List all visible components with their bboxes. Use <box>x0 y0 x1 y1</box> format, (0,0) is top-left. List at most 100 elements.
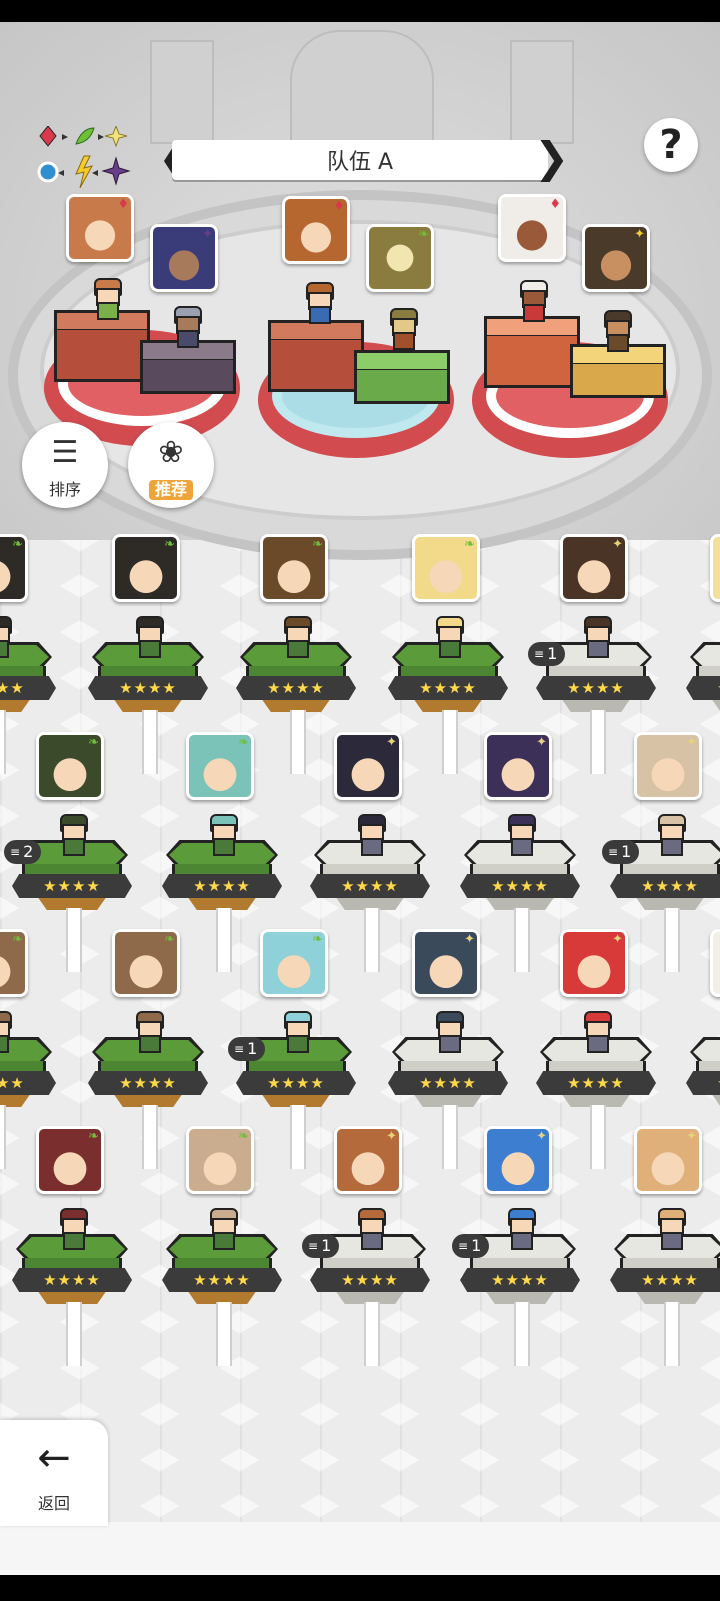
leaf-element-icon: ❧ <box>312 537 323 552</box>
bottom-strip <box>0 1522 720 1575</box>
system-nav-bar <box>0 1575 720 1601</box>
character-sprite <box>352 814 388 856</box>
star-rating: ★★★★ <box>12 1268 132 1292</box>
character-sprite <box>54 814 90 856</box>
arena-pillar <box>150 40 214 144</box>
character-portrait[interactable]: ✦ <box>412 929 480 997</box>
recommend-button[interactable]: ❀ 推荐 <box>128 422 214 508</box>
character-portrait[interactable]: ✦ <box>634 732 702 800</box>
character-portrait[interactable]: ❧ <box>186 732 254 800</box>
character-sprite <box>0 1011 14 1053</box>
team-block <box>54 310 150 390</box>
star-rating: ★★★★ <box>388 1071 508 1095</box>
leaf-element-icon: ❧ <box>164 932 175 947</box>
leaf-element-icon: ❧ <box>238 735 249 750</box>
team-block <box>484 316 580 392</box>
character-portrait[interactable]: ❧ <box>112 534 180 602</box>
element-chart-icon[interactable] <box>36 124 132 189</box>
team-portrait[interactable]: ♦ <box>498 194 566 262</box>
team-block <box>570 344 666 398</box>
character-sprite <box>54 1208 90 1250</box>
character-pedestal[interactable]: ★★★★ <box>686 614 720 734</box>
next-team-button[interactable]: ❯ <box>534 136 569 184</box>
character-portrait[interactable]: ❧ <box>412 534 480 602</box>
character-sprite <box>652 814 688 856</box>
character-portrait[interactable]: ✦ <box>484 732 552 800</box>
star-rating: ★★★★ <box>536 1071 656 1095</box>
character-sprite <box>578 1011 614 1053</box>
character-portrait[interactable]: ❧ <box>0 534 28 602</box>
character-sprite <box>578 616 614 658</box>
team-name: 队伍 A <box>326 150 394 175</box>
star-rating: ★★★★ <box>162 874 282 898</box>
character-portrait[interactable]: ❧ <box>112 929 180 997</box>
leaf-element-icon: ❧ <box>312 932 323 947</box>
character-portrait[interactable]: ✦ <box>710 929 720 997</box>
stack-icon: ≡ <box>10 845 21 859</box>
duplicate-count: 1 <box>471 1236 482 1255</box>
duplicate-count-badge: ≡ 1 <box>302 1234 340 1258</box>
arena-gate <box>290 30 434 144</box>
character-sprite <box>652 1208 688 1250</box>
duplicate-count-badge: ≡ 1 <box>452 1234 490 1258</box>
star-rating: ★★★★ <box>310 874 430 898</box>
character-portrait[interactable]: ✦ <box>334 732 402 800</box>
character-portrait[interactable]: ❧ <box>36 732 104 800</box>
arrow-left-icon: ← <box>37 1435 71 1481</box>
team-portrait[interactable]: ✦ <box>582 224 650 292</box>
sort-icon: ☰ <box>51 435 79 470</box>
character-sprite <box>204 1208 240 1250</box>
star-rating: ★★★★ <box>236 676 356 700</box>
sparkle-element-icon: ✦ <box>386 735 397 750</box>
character-portrait[interactable]: ✦ <box>710 534 720 602</box>
star-rating: ★★★★ <box>88 1071 208 1095</box>
character-portrait[interactable]: ❧ <box>260 929 328 997</box>
character-portrait[interactable]: ✦ <box>560 929 628 997</box>
team-portrait[interactable]: ✦ <box>150 224 218 292</box>
star-rating: ★★★★ <box>388 676 508 700</box>
character-sprite <box>130 1011 166 1053</box>
duplicate-count-badge: ≡ 1 <box>602 840 640 864</box>
sort-label: 排序 <box>48 480 81 499</box>
character-portrait[interactable]: ❧ <box>186 1126 254 1194</box>
character-portrait[interactable]: ✦ <box>560 534 628 602</box>
sort-button[interactable]: ☰ 排序 <box>22 422 108 508</box>
team-sprite <box>598 310 634 352</box>
star-rating: ★★★★ <box>686 676 720 700</box>
character-pedestal[interactable]: ★★★★ <box>686 1009 720 1129</box>
character-portrait[interactable]: ❧ <box>36 1126 104 1194</box>
star-rating: ★★★★ <box>236 1071 356 1095</box>
character-portrait[interactable]: ❧ <box>260 534 328 602</box>
team-sprite <box>88 278 124 320</box>
team-sprite <box>168 306 204 348</box>
star-rating: ★★★★ <box>460 874 580 898</box>
star-rating: ★★★★ <box>610 874 720 898</box>
star-rating: ★★★★ <box>88 676 208 700</box>
character-portrait[interactable]: ✦ <box>334 1126 402 1194</box>
team-portrait[interactable]: ♦ <box>66 194 134 262</box>
back-button[interactable]: ← 返回 <box>0 1420 108 1526</box>
team-sprite <box>384 308 420 350</box>
character-portrait[interactable]: ✦ <box>484 1126 552 1194</box>
team-portrait[interactable]: ♦ <box>282 196 350 264</box>
star-rating: ★★★★ <box>0 676 56 700</box>
help-button[interactable]: ? <box>644 118 698 172</box>
leaf-element-icon: ❧ <box>88 1129 99 1144</box>
game-screen: ❮ 队伍 A ❯ ? ♦ ✦ ♦ ❧ ♦ ✦ ☰ 排序 ❀ 推荐 ★★★★❧★★… <box>0 0 720 1601</box>
back-label: 返回 <box>37 1494 70 1513</box>
character-sprite <box>278 616 314 658</box>
team-block <box>140 340 236 400</box>
character-sprite <box>130 616 166 658</box>
sparkle-element-icon: ✦ <box>612 932 623 947</box>
character-portrait[interactable]: ❧ <box>0 929 28 997</box>
stack-icon: ≡ <box>608 845 619 859</box>
duplicate-count: 1 <box>621 842 632 861</box>
sparkle-element-icon: ✦ <box>464 932 475 947</box>
stack-icon: ≡ <box>234 1042 245 1056</box>
team-portrait[interactable]: ❧ <box>366 224 434 292</box>
character-portrait[interactable]: ✦ <box>634 1126 702 1194</box>
duplicate-count-badge: ≡ 2 <box>4 840 42 864</box>
character-sprite <box>278 1011 314 1053</box>
character-sprite <box>430 1011 466 1053</box>
duplicate-count: 1 <box>247 1039 258 1058</box>
